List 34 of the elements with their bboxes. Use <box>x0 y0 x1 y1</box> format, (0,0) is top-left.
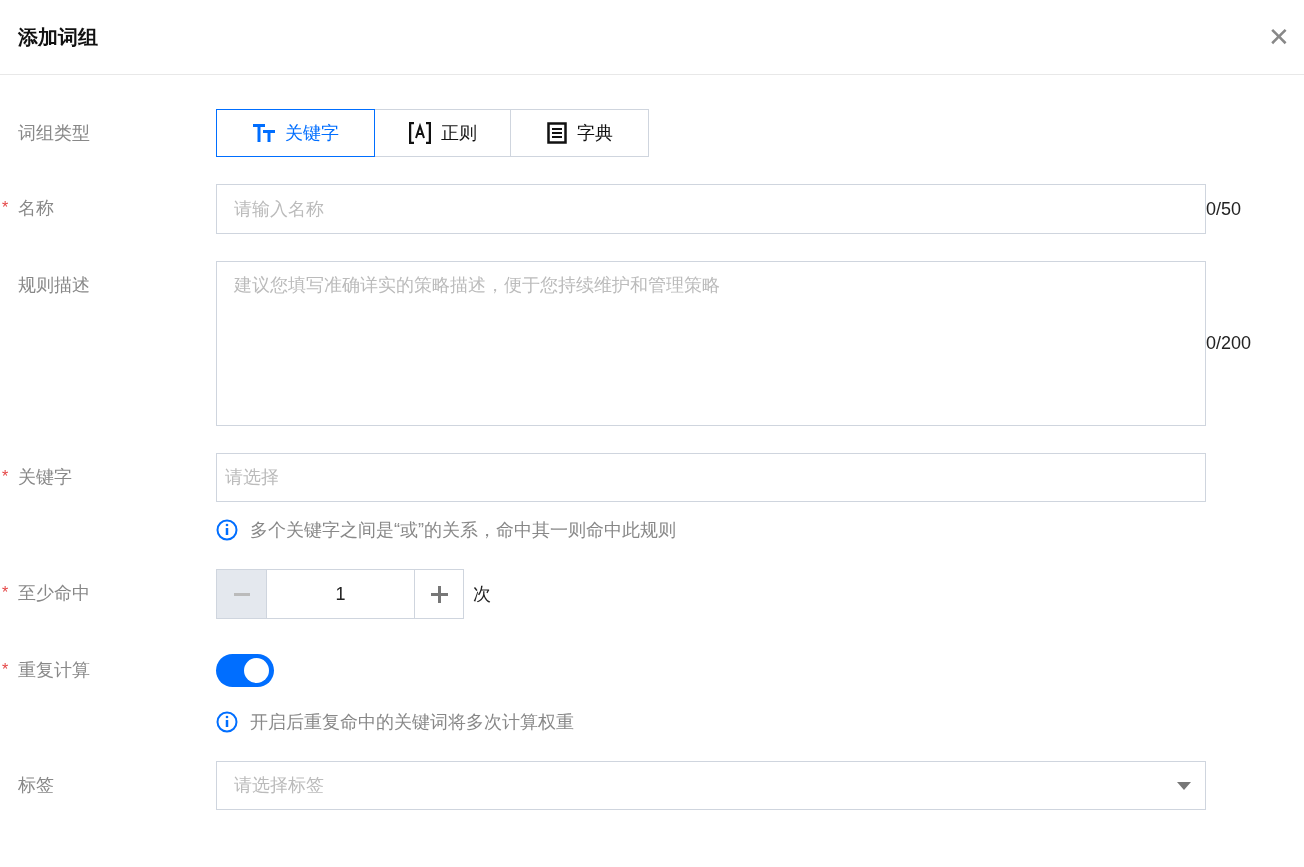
required-mark: * <box>2 467 9 487</box>
caret-icon <box>1177 781 1191 790</box>
field-label: 名称 <box>18 196 54 220</box>
keyword-select[interactable]: 请选择 <box>216 453 1206 502</box>
char-counter: 0/50 <box>1206 197 1242 221</box>
unit-label: 次 <box>473 582 491 606</box>
required-mark: * <box>2 660 9 680</box>
dialog-title: 添加词组 <box>18 25 98 50</box>
toggle-switch[interactable] <box>216 653 274 687</box>
required-mark: * <box>2 583 9 603</box>
text-format-icon <box>252 124 275 142</box>
info-icon <box>216 711 238 733</box>
description-textarea[interactable]: 建议您填写准确详实的策略描述，便于您持续维护和管理策略 <box>216 261 1206 426</box>
type-tab[interactable]: 字典 <box>510 109 649 157</box>
field-label: 标签 <box>18 773 54 797</box>
increment-button[interactable] <box>414 569 464 619</box>
field-label: 词组类型 <box>18 121 90 145</box>
required-mark: * <box>2 198 9 218</box>
bracketed-letter-icon <box>408 122 431 144</box>
info-icon <box>216 519 238 541</box>
type-tab[interactable]: 正则 <box>374 109 511 157</box>
name-input[interactable]: 请输入名称 <box>216 184 1206 234</box>
field-label: 至少命中 <box>18 581 90 605</box>
document-icon <box>546 122 567 144</box>
char-counter: 0/200 <box>1206 332 1252 355</box>
field-label: 关键字 <box>18 465 72 489</box>
type-tab[interactable]: 关键字 <box>216 109 375 157</box>
minus-icon <box>233 592 250 596</box>
hint-text: 开启后重复命中的关键词将多次计算权重 <box>250 710 574 734</box>
field-label: 重复计算 <box>18 658 90 682</box>
plus-icon <box>430 585 448 603</box>
close-button[interactable]: ✕ <box>1264 24 1294 50</box>
hint-text: 多个关键字之间是“或”的关系，命中其一则命中此规则 <box>250 518 676 542</box>
field-label: 规则描述 <box>18 273 90 297</box>
